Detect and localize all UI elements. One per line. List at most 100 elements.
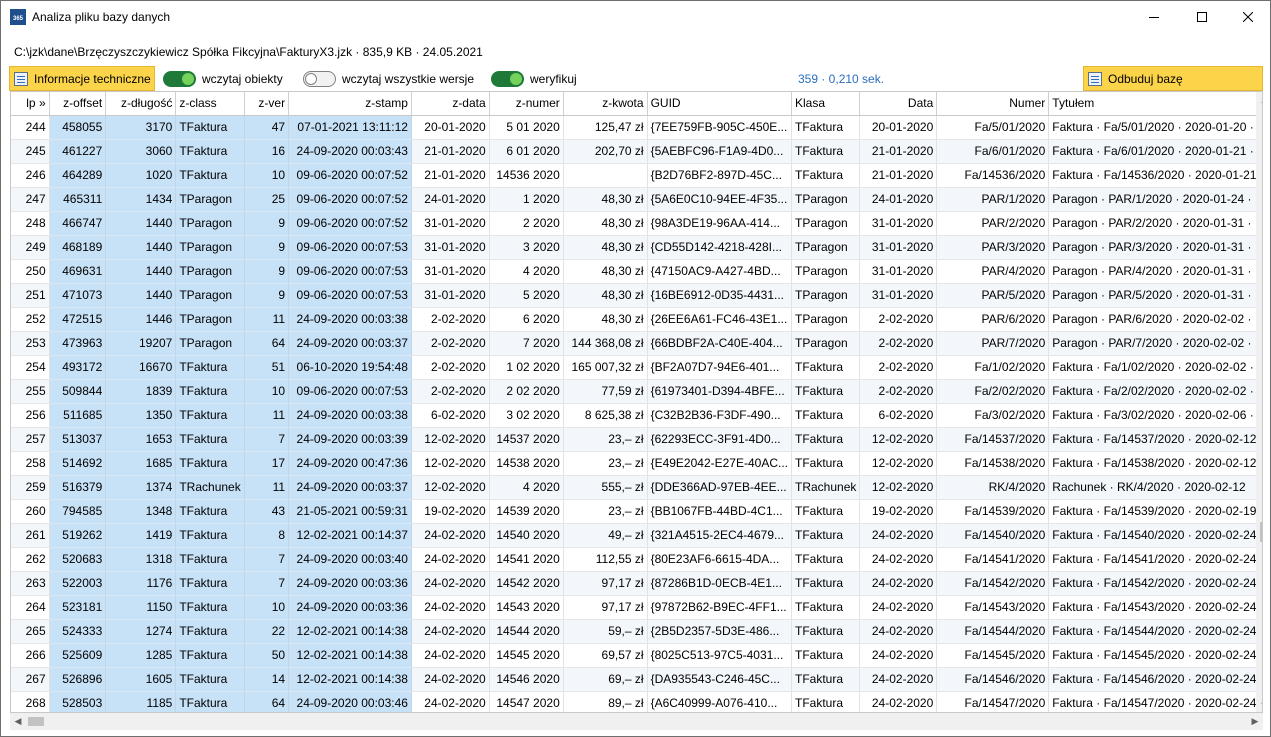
cell-col-data: 24-01-2020 [859,187,938,212]
cell-col-z-dlugosc: 1440 [105,283,177,308]
table-row[interactable]: 266 525609 1285 TFaktura 50 12-02-2021 00:14:… [11,643,1262,668]
toggle-load-all-versions[interactable]: wczytaj wszystkie wersje [303,70,474,87]
cell-col-z-ver: 10 [244,379,290,404]
cell-col-z-offset: 493172 [49,355,107,380]
cell-col-z-class: TFaktura [175,571,245,596]
table-row[interactable]: 246 464289 1020 TFaktura 10 09-06-2020 00:07:… [11,163,1262,188]
cell-col-klasa: TFaktura [791,547,861,572]
cell-col-z-ver: 16 [244,139,290,164]
toggle-label: wczytaj wszystkie wersje [342,71,475,86]
toggle-verify[interactable]: weryfikuj [491,70,577,87]
table-row[interactable]: 244 458055 3170 TFaktura 47 07-01-2021 13:11:… [11,115,1262,140]
header-col-z-ver[interactable]: z-ver [244,92,290,116]
maximize-button[interactable] [1179,1,1225,32]
table-row[interactable]: 258 514692 1685 TFaktura 17 24-09-2020 00:47:… [11,451,1262,476]
cell-col-tytulem: Paragon · PAR/3/2020 · 2020-01-31 · [1048,235,1262,260]
cell-col-data: 24-02-2020 [859,523,938,548]
header-col-data[interactable]: Data [859,92,938,116]
table-row[interactable]: 259 516379 1374 TRachunek 11 24-09-2020 00:03… [11,475,1262,500]
header-col-z-numer[interactable]: z-numer [489,92,564,116]
cell-col-numer: Fa/14539/2020 [936,499,1050,524]
cell-col-z-ver: 7 [244,571,290,596]
technical-info-button[interactable]: Informacje techniczne [9,66,155,91]
cell-col-lp: 251 [11,283,50,308]
toggle-load-objects[interactable]: wczytaj obiekty [163,70,283,87]
cell-col-z-dlugosc: 1348 [105,499,177,524]
window-title: Analiza pliku bazy danych [32,10,171,24]
table-row[interactable]: 265 524333 1274 TFaktura 22 12-02-2021 00:14:… [11,619,1262,644]
cell-col-data: 24-02-2020 [859,643,938,668]
vertical-scroll-thumb[interactable] [1260,522,1262,542]
header-col-z-data[interactable]: z-data [411,92,490,116]
table-row[interactable]: 249 468189 1440 TParagon 9 09-06-2020 00:07:5… [11,235,1262,260]
cell-col-klasa: TParagon [791,307,861,332]
minimize-button[interactable] [1131,1,1177,32]
cell-col-z-data: 19-02-2020 [411,499,490,524]
cell-col-data: 2-02-2020 [859,331,938,356]
table-row[interactable]: 252 472515 1446 TParagon 11 24-09-2020 00:03:… [11,307,1262,332]
table-row[interactable]: 267 526896 1605 TFaktura 14 12-02-2021 00:14:… [11,667,1262,692]
cell-col-numer: PAR/5/2020 [936,283,1050,308]
cell-col-z-class: TParagon [175,235,245,260]
cell-col-tytulem: Faktura · Fa/14539/2020 · 2020-02-19 [1048,499,1262,524]
header-col-lp[interactable]: lp » [11,92,50,116]
table-row[interactable]: 256 511685 1350 TFaktura 11 24-09-2020 00:03:… [11,403,1262,428]
header-col-z-stamp[interactable]: z-stamp [288,92,412,116]
table-row[interactable]: 251 471073 1440 TParagon 9 09-06-2020 00:07:5… [11,283,1262,308]
cell-col-z-data: 12-02-2020 [411,451,490,476]
cell-col-z-numer: 14545 2020 [489,643,564,668]
header-col-guid[interactable]: GUID [647,92,793,116]
table-row[interactable]: 250 469631 1440 TParagon 9 09-06-2020 00:07:5… [11,259,1262,284]
cell-col-klasa: TFaktura [791,499,861,524]
table-row[interactable]: 264 523181 1150 TFaktura 10 24-09-2020 00:03:… [11,595,1262,620]
table-row[interactable]: 253 473963 19207 TParagon 64 24-09-2020 00:03… [11,331,1262,356]
close-button[interactable] [1225,1,1270,32]
cell-col-lp: 263 [11,571,50,596]
cell-col-z-class: TRachunek [175,475,245,500]
cell-col-z-stamp: 06-10-2020 19:54:48 [288,355,412,380]
rebuild-database-button[interactable]: Odbuduj bazę [1083,66,1263,91]
cell-col-tytulem: Faktura · Fa/14542/2020 · 2020-02-24 [1048,571,1262,596]
scroll-left-icon[interactable]: ◀ [13,716,23,726]
table-row[interactable]: 260 794585 1348 TFaktura 43 21-05-2021 00:59:… [11,499,1262,524]
scroll-up-icon[interactable]: ▲ [1259,95,1262,105]
cell-col-z-numer: 3 2020 [489,235,564,260]
table-row[interactable]: 263 522003 1176 TFaktura 7 24-09-2020 00:03:3… [11,571,1262,596]
cell-col-z-stamp: 24-09-2020 00:47:36 [288,451,412,476]
table-row[interactable]: 257 513037 1653 TFaktura 7 24-09-2020 00:03:3… [11,427,1262,452]
horizontal-scrollbar[interactable]: ◀ ▶ [10,713,1263,730]
table-row[interactable]: 262 520683 1318 TFaktura 7 24-09-2020 00:03:4… [11,547,1262,572]
minimize-icon [1149,16,1159,18]
table-row[interactable]: 245 461227 3060 TFaktura 16 24-09-2020 00:03:… [11,139,1262,164]
cell-col-data: 31-01-2020 [859,259,938,284]
cell-col-z-offset: 464289 [49,163,107,188]
cell-col-z-stamp: 09-06-2020 00:07:53 [288,259,412,284]
vertical-scrollbar[interactable]: ▲ ▼ [1256,92,1262,712]
cell-col-z-dlugosc: 1020 [105,163,177,188]
cell-col-data: 19-02-2020 [859,499,938,524]
cell-col-z-stamp: 09-06-2020 00:07:53 [288,235,412,260]
horizontal-scroll-thumb[interactable] [28,717,44,726]
cell-col-z-data: 24-02-2020 [411,691,490,712]
header-col-klasa[interactable]: Klasa [791,92,861,116]
cell-col-lp: 256 [11,403,50,428]
cell-col-z-offset: 511685 [49,403,107,428]
header-col-z-dlugosc[interactable]: z-długość [105,92,177,116]
header-col-numer[interactable]: Numer [936,92,1050,116]
header-col-z-kwota[interactable]: z-kwota [563,92,648,116]
scroll-down-icon[interactable]: ▼ [1259,700,1262,710]
cell-col-z-numer: 4 2020 [489,475,564,500]
table-row[interactable]: 261 519262 1419 TFaktura 8 12-02-2021 00:14:3… [11,523,1262,548]
header-col-z-offset[interactable]: z-offset [49,92,107,116]
table-row[interactable]: 248 466747 1440 TParagon 9 09-06-2020 00:07:5… [11,211,1262,236]
records-grid[interactable]: lp » z-offset z-długość z-class z-ver z-stamp… [10,91,1263,713]
header-col-tytulem[interactable]: Tytułem [1048,92,1262,116]
scroll-right-icon[interactable]: ▶ [1250,716,1260,726]
table-row[interactable]: 255 509844 1839 TFaktura 10 09-06-2020 00:07:… [11,379,1262,404]
cell-col-numer: PAR/6/2020 [936,307,1050,332]
header-col-z-class[interactable]: z-class [175,92,245,116]
table-row[interactable]: 268 528503 1185 TFaktura 64 24-09-2020 00:03:… [11,691,1262,712]
table-row[interactable]: 254 493172 16670 TFaktura 51 06-10-2020 19:54… [11,355,1262,380]
cell-col-lp: 255 [11,379,50,404]
table-row[interactable]: 247 465311 1434 TParagon 25 09-06-2020 00:07:… [11,187,1262,212]
